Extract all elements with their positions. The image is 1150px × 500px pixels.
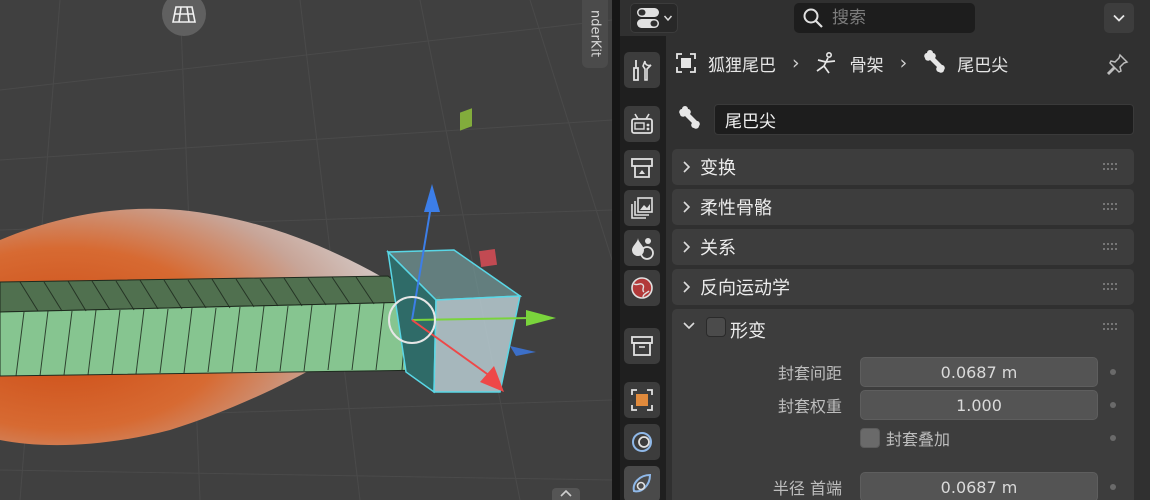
render-icon (631, 113, 653, 134)
panel-relations[interactable]: 关系 (672, 229, 1134, 265)
object-icon (676, 53, 696, 73)
tab-world[interactable] (624, 270, 660, 306)
breadcrumb-bone-name: 尾巴尖 (957, 55, 1009, 76)
panel-title: 柔性骨骼 (700, 198, 772, 219)
pin-button[interactable] (1104, 50, 1132, 78)
envelope-multiply-label: 封套叠加 (886, 430, 951, 449)
particles-icon (632, 473, 652, 493)
breadcrumb-object-name: 狐狸尾巴 (708, 55, 776, 76)
chevron-down-icon[interactable] (682, 321, 700, 331)
keyframe-dot-icon[interactable] (1110, 435, 1116, 441)
chevron-down-icon (663, 15, 672, 22)
panel-title: 形变 (730, 321, 766, 342)
radius-head-row: 半径 首端 0.0687 m (672, 472, 1134, 500)
output-icon (631, 158, 653, 178)
radius-head-label: 半径 首端 (772, 479, 842, 498)
world-icon (631, 277, 653, 299)
envelope-weight-field[interactable]: 1.000 (860, 390, 1098, 420)
chevron-up-icon (560, 489, 572, 497)
tab-render[interactable] (624, 106, 660, 142)
drag-handle-icon[interactable] (1102, 282, 1120, 292)
modifier-icon (632, 432, 652, 452)
bone-chain[interactable] (0, 275, 440, 377)
envelope-multiply-checkbox[interactable]: 封套叠加 (860, 426, 950, 450)
keyframe-dot-icon[interactable] (1110, 369, 1116, 375)
editor-type-button[interactable] (630, 3, 678, 33)
chevron-right-icon (682, 160, 700, 174)
area-divider[interactable] (612, 0, 620, 500)
panel-transform[interactable]: 变换 (672, 149, 1134, 185)
3d-viewport[interactable]: nderKit (0, 0, 612, 500)
scene-icon (632, 238, 654, 260)
bone-icon (924, 50, 945, 73)
bone-properties-content: 狐狸尾巴 › 骨架 › 尾巴尖 尾巴尖 变换 柔性骨骼 关系 反向运动学 形变 … (666, 36, 1150, 500)
properties-editor-icon (636, 8, 659, 28)
breadcrumb-armature-name: 骨架 (849, 55, 884, 76)
properties-tabs (620, 36, 666, 500)
bone-icon (679, 106, 700, 129)
selected-bone-tip[interactable] (386, 249, 523, 394)
search-icon (803, 8, 823, 28)
keyframe-dot-icon[interactable] (1110, 484, 1116, 490)
breadcrumb: 狐狸尾巴 › 骨架 › 尾巴尖 (674, 48, 1008, 78)
bone-name-field[interactable] (714, 104, 1134, 135)
chevron-right-icon (682, 200, 700, 214)
tab-particles[interactable] (624, 466, 660, 500)
pin-icon (1106, 53, 1129, 76)
drag-handle-icon[interactable] (1102, 322, 1120, 332)
keyframe-dot-icon[interactable] (1110, 402, 1116, 408)
properties-editor: 狐狸尾巴 › 骨架 › 尾巴尖 (620, 0, 1150, 500)
armature-icon (816, 51, 835, 74)
drag-handle-icon[interactable] (1102, 242, 1120, 252)
panel-deform: 形变 封套间距 0.0687 m 封套权重 1.000 封套叠加 半径 首端 0… (672, 309, 1134, 500)
breadcrumb-separator-icon: › (792, 52, 800, 74)
panel-bendy-bones[interactable]: 柔性骨骼 (672, 189, 1134, 225)
envelope-distance-field[interactable]: 0.0687 m (860, 357, 1098, 387)
envelope-weight-row: 封套权重 1.000 (672, 390, 1134, 420)
collection-icon (631, 336, 653, 356)
checkbox-box[interactable] (860, 428, 880, 448)
expand-header-button[interactable] (552, 488, 580, 500)
sidebar-tab-label: nderKit (587, 10, 603, 58)
viewport-scene[interactable] (0, 0, 612, 500)
search-field[interactable] (794, 3, 975, 33)
drag-handle-icon[interactable] (1102, 202, 1120, 212)
properties-header (620, 0, 1150, 36)
envelope-distance-row: 封套间距 0.0687 m (672, 357, 1134, 387)
deform-enable-checkbox[interactable] (706, 317, 726, 337)
breadcrumb-object: 狐狸尾巴 (674, 51, 776, 76)
panel-inverse-kinematics[interactable]: 反向运动学 (672, 269, 1134, 305)
sidebar-tab-renderkit[interactable]: nderKit (582, 0, 608, 68)
bone-name-row (676, 103, 702, 135)
chevron-down-icon (1113, 14, 1125, 22)
tab-output[interactable] (624, 150, 660, 186)
breadcrumb-separator-icon: › (899, 52, 908, 74)
tab-scene[interactable] (624, 230, 660, 266)
view-layer-icon (631, 197, 653, 219)
tab-tool[interactable] (624, 52, 660, 88)
tab-object[interactable] (624, 382, 660, 418)
tool-icon (633, 60, 652, 81)
envelope-weight-label: 封套权重 (777, 397, 842, 416)
object-icon (631, 389, 653, 411)
panel-title: 关系 (700, 238, 736, 259)
grid-view-icon (172, 6, 196, 23)
envelope-distance-label: 封套间距 (777, 364, 842, 383)
options-menu-button[interactable] (1104, 3, 1134, 33)
tab-view-layer[interactable] (624, 190, 660, 226)
envelope-multiply-row: 封套叠加 (672, 423, 1134, 453)
radius-head-field[interactable]: 0.0687 m (860, 472, 1098, 500)
search-input[interactable] (832, 8, 952, 28)
tab-modifiers[interactable] (624, 424, 660, 460)
breadcrumb-bone: 尾巴尖 (921, 50, 1008, 76)
drag-handle-icon[interactable] (1102, 162, 1120, 172)
tab-collection[interactable] (624, 328, 660, 364)
chevron-right-icon (682, 240, 700, 254)
chevron-right-icon (682, 280, 700, 294)
breadcrumb-armature: 骨架 (814, 50, 884, 76)
panel-title: 变换 (700, 158, 736, 179)
panel-title: 反向运动学 (700, 278, 790, 299)
